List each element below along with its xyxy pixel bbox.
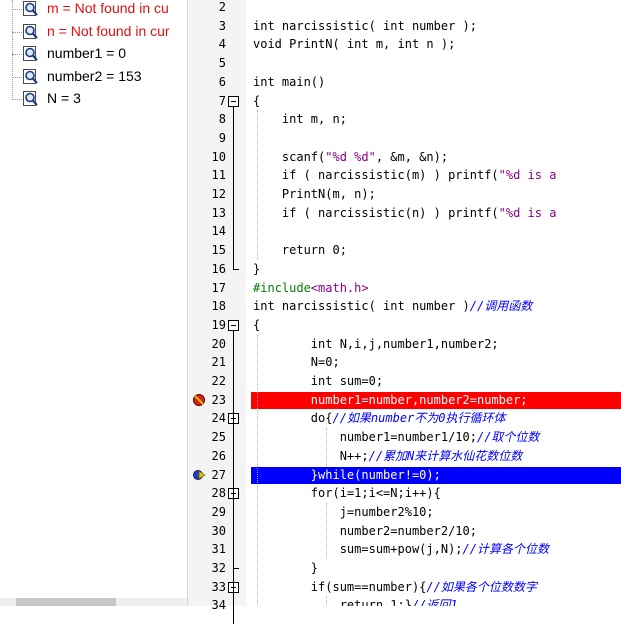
line-number: 32 <box>211 561 226 575</box>
code-line: return 1;}//返回1 <box>253 598 458 606</box>
watch-variable-icon <box>22 68 39 85</box>
watch-item-label: n = Not found in cur <box>47 22 170 39</box>
code-line: return 0; <box>253 243 347 258</box>
line-number: 28 <box>211 486 226 501</box>
code-line: if ( narcissistic(n) ) printf("%d is a <box>253 205 557 220</box>
line-number: 3 <box>218 18 226 33</box>
line-number: 13 <box>211 205 226 220</box>
line-number: 25 <box>211 430 226 445</box>
code-line: }while(number!=0); <box>253 467 441 482</box>
code-line: #include<math.h> <box>253 280 369 295</box>
watch-panel: m = Not found in cu n = Not found in cur n… <box>0 0 188 606</box>
code-line: number1=number,number2=number; <box>253 392 528 407</box>
fold-toggle-icon[interactable] <box>228 319 239 331</box>
code-line: number2=number2/10; <box>253 523 477 538</box>
line-number: 21 <box>211 355 226 370</box>
fold-line <box>233 106 234 269</box>
fold-toggle-icon[interactable] <box>228 95 239 107</box>
line-number: 17 <box>211 280 226 295</box>
code-line: int narcissistic( int number ); <box>253 18 477 33</box>
current-line-arrow-icon <box>192 468 206 482</box>
line-number: 14 <box>211 224 226 239</box>
code-line: for(i=1;i<=N;i++){ <box>253 486 441 501</box>
code-line: if(sum==number){//如果各个位数数字 <box>253 579 537 594</box>
watch-item[interactable]: n = Not found in cur <box>0 21 187 43</box>
watch-item[interactable]: number2 = 153 <box>0 66 187 88</box>
code-line: { <box>253 93 261 108</box>
code-line: int m, n; <box>253 112 347 127</box>
tree-line <box>12 54 22 55</box>
watch-variable-icon <box>22 23 39 40</box>
tree-line <box>12 9 22 10</box>
line-number: 18 <box>211 299 226 314</box>
code-line: void PrintN( int m, int n ); <box>253 37 456 52</box>
code-line: int sum=0; <box>253 374 384 388</box>
line-number: 15 <box>211 243 226 258</box>
code-line: N=0; <box>253 355 340 370</box>
line-number-gutter: 2 3 4 5 6 7 8 9 10 11 12 13 14 15 16 17 18 19 20 21 22 23 24 25… <box>188 0 246 624</box>
line-number: 12 <box>211 187 226 201</box>
code-line: N++;//累加N来计算水仙花数位数 <box>253 448 523 463</box>
watch-variable-icon <box>22 0 39 17</box>
line-number: 19 <box>211 317 226 332</box>
code-line: if ( narcissistic(m) ) printf("%d is a <box>253 168 557 183</box>
line-number: 30 <box>211 523 226 538</box>
code-line: PrintN(m, n); <box>253 187 376 201</box>
watch-item-label: number2 = 153 <box>47 67 142 84</box>
line-number: 8 <box>218 112 226 127</box>
line-number: 26 <box>211 448 226 463</box>
watch-item[interactable]: number1 = 0 <box>0 43 187 65</box>
watch-item[interactable]: m = Not found in cu <box>0 0 187 20</box>
line-number: 33 <box>211 579 226 594</box>
line-number: 2 <box>218 0 226 14</box>
line-number: 10 <box>211 149 226 164</box>
line-number: 20 <box>211 336 226 351</box>
tree-line <box>12 76 22 78</box>
line-number: 5 <box>218 56 226 71</box>
line-number: 29 <box>211 504 226 519</box>
line-number: 22 <box>211 374 226 388</box>
fold-line <box>233 330 234 624</box>
watch-horizontal-scrollbar[interactable] <box>0 598 187 606</box>
code-line: } <box>253 261 261 276</box>
code-line: int main() <box>253 74 326 89</box>
line-number: 4 <box>218 37 226 52</box>
line-number: 27 <box>211 467 226 482</box>
watch-item-label: number1 = 0 <box>47 45 126 61</box>
line-number: 24 <box>211 411 226 426</box>
watch-item[interactable]: N = 3 <box>0 88 187 110</box>
code-line: j=number2%10; <box>253 504 434 519</box>
tree-line <box>12 99 22 100</box>
fold-end-line <box>233 268 239 270</box>
watch-variable-icon <box>22 45 39 62</box>
line-number: 9 <box>218 130 226 145</box>
watch-item-label: m = Not found in cu <box>47 0 169 16</box>
tree-line <box>12 31 22 33</box>
code-line: number1=number1/10;//取个位数 <box>253 430 540 445</box>
code-line: { <box>253 317 261 332</box>
code-line: sum=sum+pow(j,N);//计算各个位数 <box>253 542 549 557</box>
code-line: } <box>253 561 319 575</box>
line-number: 7 <box>218 93 226 108</box>
line-number: 23 <box>211 392 226 407</box>
watch-item-label: N = 3 <box>47 90 81 106</box>
watch-variable-icon <box>22 90 39 107</box>
line-number: 11 <box>211 168 226 183</box>
code-line: do{//如果number不为0执行循环体 <box>253 411 506 426</box>
line-number: 6 <box>218 74 226 89</box>
line-number: 31 <box>211 542 226 557</box>
code-editor[interactable]: int narcissistic( int number ); void Prin… <box>247 0 621 606</box>
code-line: scanf("%d %d", &m, &n); <box>253 149 449 164</box>
code-line: int narcissistic( int number )//调用函数 <box>253 299 533 314</box>
scrollbar-thumb[interactable] <box>16 598 116 606</box>
line-number: 16 <box>211 261 226 276</box>
breakpoint-icon[interactable] <box>192 393 206 407</box>
code-line: int N,i,j,number1,number2; <box>253 336 499 351</box>
